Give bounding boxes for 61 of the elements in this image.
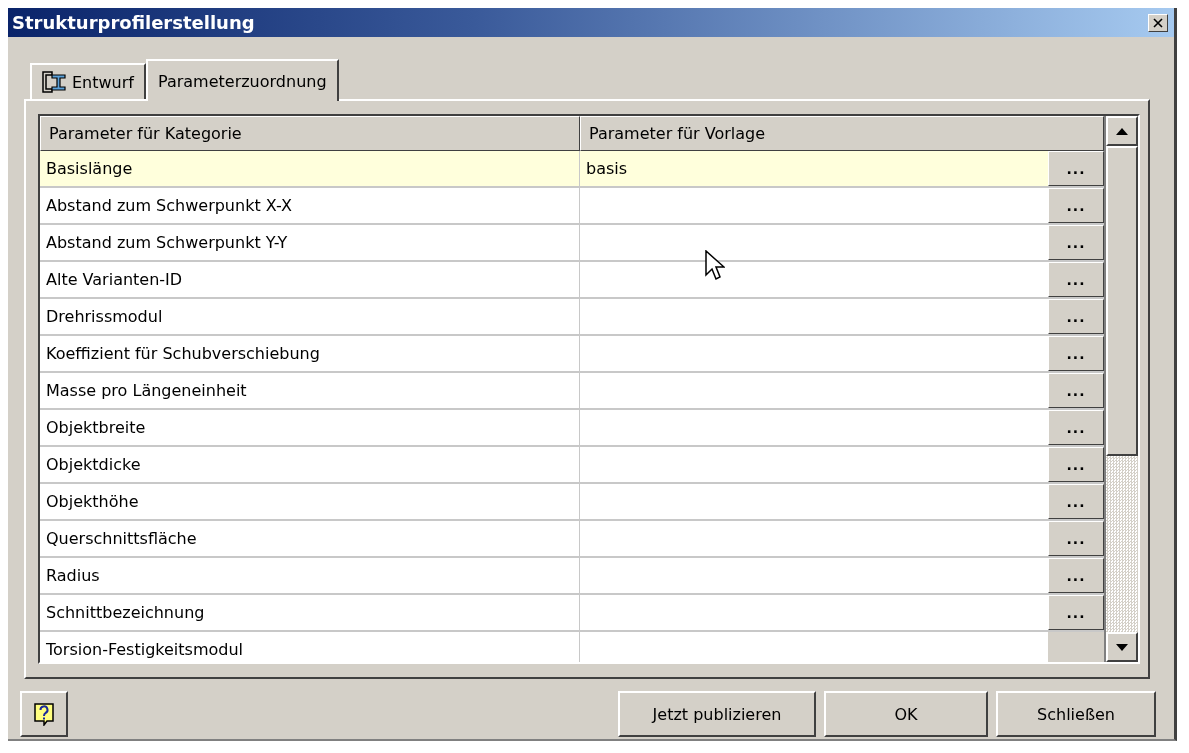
column-header[interactable]: Parameter für Kategorie [40,116,580,151]
table-row[interactable]: Objektbreite ... [40,410,1104,447]
table-cell: Querschnittsfläche [46,529,197,548]
browse-button[interactable]: ... [1048,484,1104,519]
table-row[interactable]: Koeffizient für Schubverschiebung ... [40,336,1104,373]
browse-button[interactable]: ... [1048,447,1104,482]
table-row[interactable]: Alte Varianten-ID ... [40,262,1104,299]
table-row[interactable]: Radius ... [40,558,1104,595]
browse-button[interactable]: ... [1048,225,1104,260]
close-icon [1153,17,1163,28]
window-title: Strukturprofilerstellung [12,12,255,33]
tab[interactable]: Entwurf [30,63,146,99]
pointer-cursor-icon [705,250,725,282]
table-row[interactable]: Masse pro Längeneinheit ... [40,373,1104,410]
down-arrow-icon [1116,643,1128,651]
table-cell: Abstand zum Schwerpunkt X-X [46,196,292,215]
browse-button[interactable]: ... [1048,151,1104,186]
close-button[interactable] [1148,13,1168,32]
browse-button[interactable]: ... [1048,373,1104,408]
dialog-button[interactable]: Jetzt publizieren [618,691,816,737]
dialog-button[interactable]: Schließen [996,691,1156,737]
table-row[interactable]: Objektdicke ... [40,447,1104,484]
table-cell: Drehrissmodul [46,307,163,326]
scroll-down-button[interactable] [1106,632,1138,662]
scroll-up-button[interactable] [1106,116,1138,146]
table-cell: Objektdicke [46,455,141,474]
scrollbar[interactable] [1104,116,1138,662]
help-button[interactable] [20,691,68,737]
table-cell: Abstand zum Schwerpunkt Y-Y [46,233,288,252]
table-cell: Schnittbezeichnung [46,603,205,622]
table-cell: Radius [46,566,100,585]
table-cell: Objekthöhe [46,492,139,511]
table-row[interactable]: Basislänge basis ... [40,151,1104,188]
table-cell: Torsion-Festigkeitsmodul [46,640,243,659]
table-cell: Basislänge [46,159,133,178]
table-row[interactable]: Drehrissmodul ... [40,299,1104,336]
table-cell: Alte Varianten-ID [46,270,183,289]
browse-button[interactable]: ... [1048,188,1104,223]
table-row[interactable]: Abstand zum Schwerpunkt Y-Y ... [40,225,1104,262]
scroll-thumb[interactable] [1106,146,1138,456]
table-row[interactable]: Schnittbezeichnung ... [40,595,1104,632]
up-arrow-icon [1116,127,1128,135]
browse-button[interactable]: ... [1048,410,1104,445]
table-row[interactable]: Abstand zum Schwerpunkt X-X ... [40,188,1104,225]
browse-button[interactable]: ... [1048,299,1104,334]
browse-button[interactable]: ... [1048,336,1104,371]
browse-button[interactable]: ... [1048,262,1104,297]
tab[interactable]: Parameterzuordnung [145,59,339,101]
browse-button[interactable]: ... [1048,521,1104,556]
table-cell: Masse pro Längeneinheit [46,381,247,400]
browse-button[interactable]: ... [1048,558,1104,593]
table-row[interactable]: Querschnittsfläche ... [40,521,1104,558]
column-header[interactable]: Parameter für Vorlage [580,116,1104,151]
help-icon [33,702,55,726]
table-cell: Objektbreite [46,418,146,437]
table-cell-text: basis [585,159,628,178]
table-cell: Koeffizient für Schubverschiebung [46,344,320,363]
table-row[interactable]: Objekthöhe ... [40,484,1104,521]
dialog-button[interactable]: OK [824,691,988,737]
beam-profile-icon [42,71,66,93]
browse-button[interactable]: ... [1048,595,1104,630]
